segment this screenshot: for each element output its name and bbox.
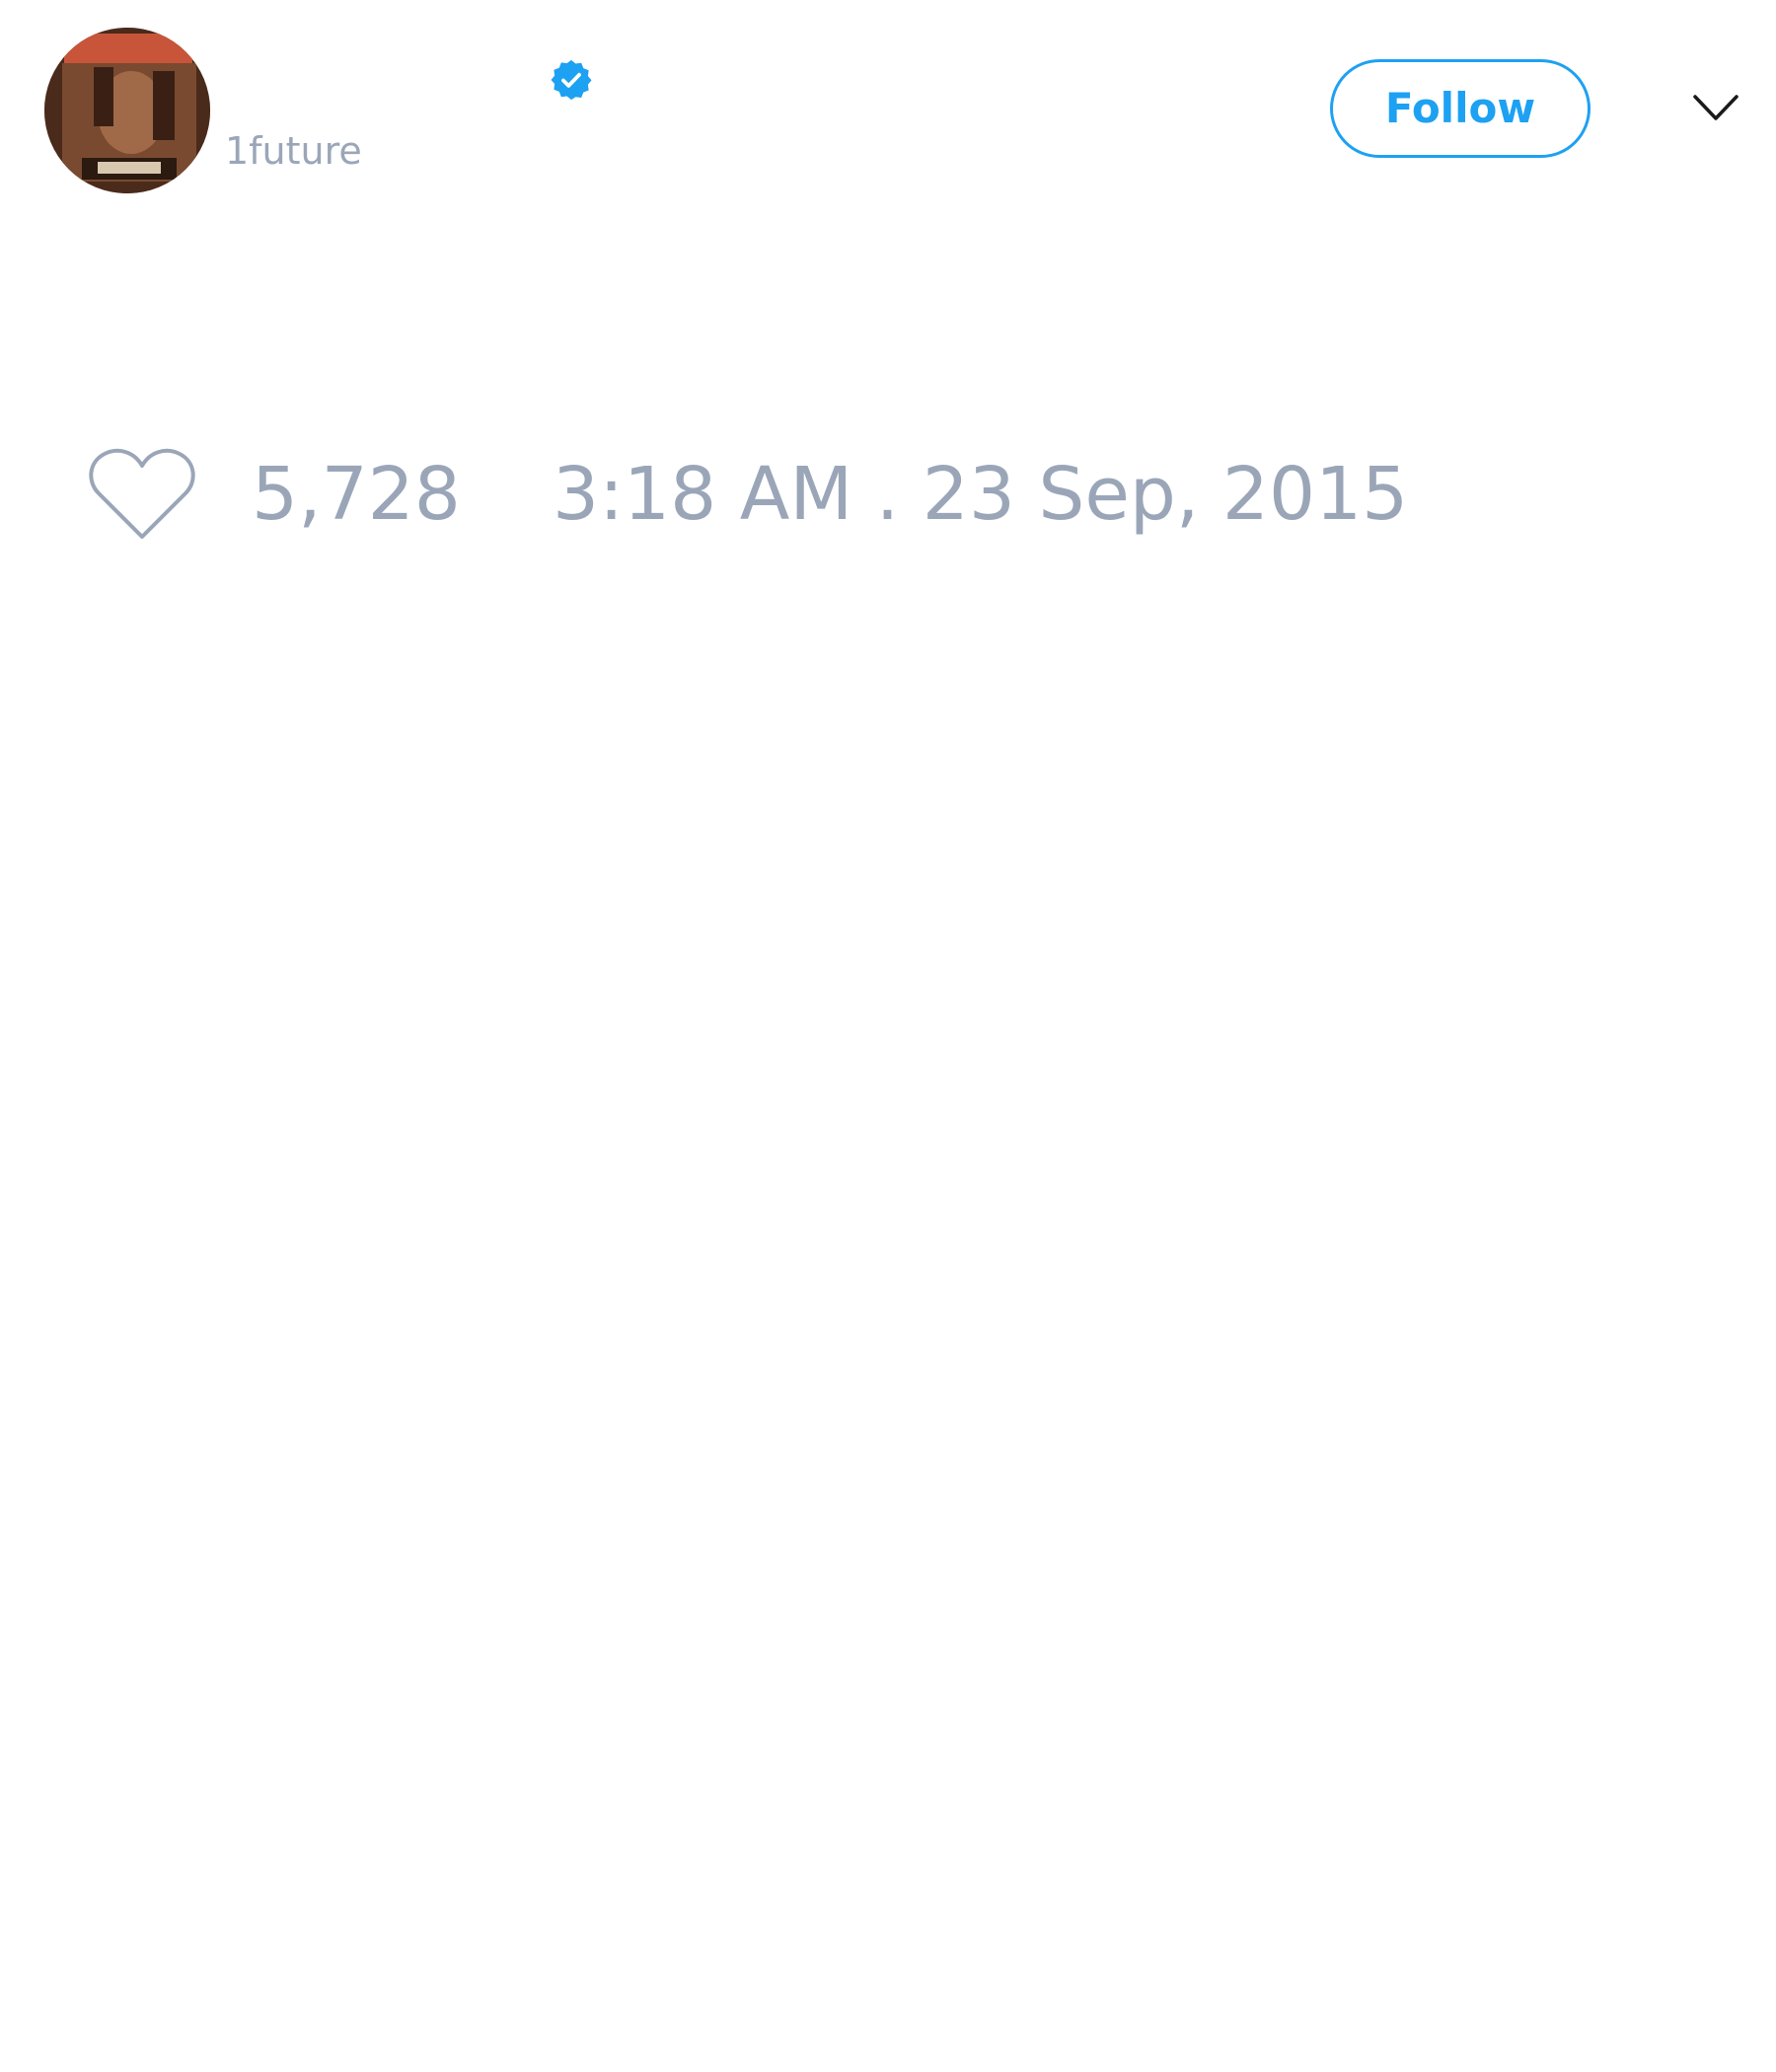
chevron-down-icon[interactable] <box>1691 89 1740 128</box>
tweet-timestamp[interactable]: 3:18 AM . 23 Sep, 2015 <box>553 452 1408 537</box>
tweet-card: 1future Follow 5,728 3:18 AM . 23 Sep, 2… <box>0 0 1776 2072</box>
avatar[interactable] <box>44 28 210 193</box>
follow-button[interactable]: Follow <box>1330 59 1591 158</box>
author-handle[interactable]: 1future <box>225 128 362 174</box>
avatar-image <box>44 28 210 193</box>
like-count: 5,728 <box>252 452 461 537</box>
verified-badge-icon <box>551 59 592 101</box>
heart-icon[interactable] <box>89 446 195 541</box>
